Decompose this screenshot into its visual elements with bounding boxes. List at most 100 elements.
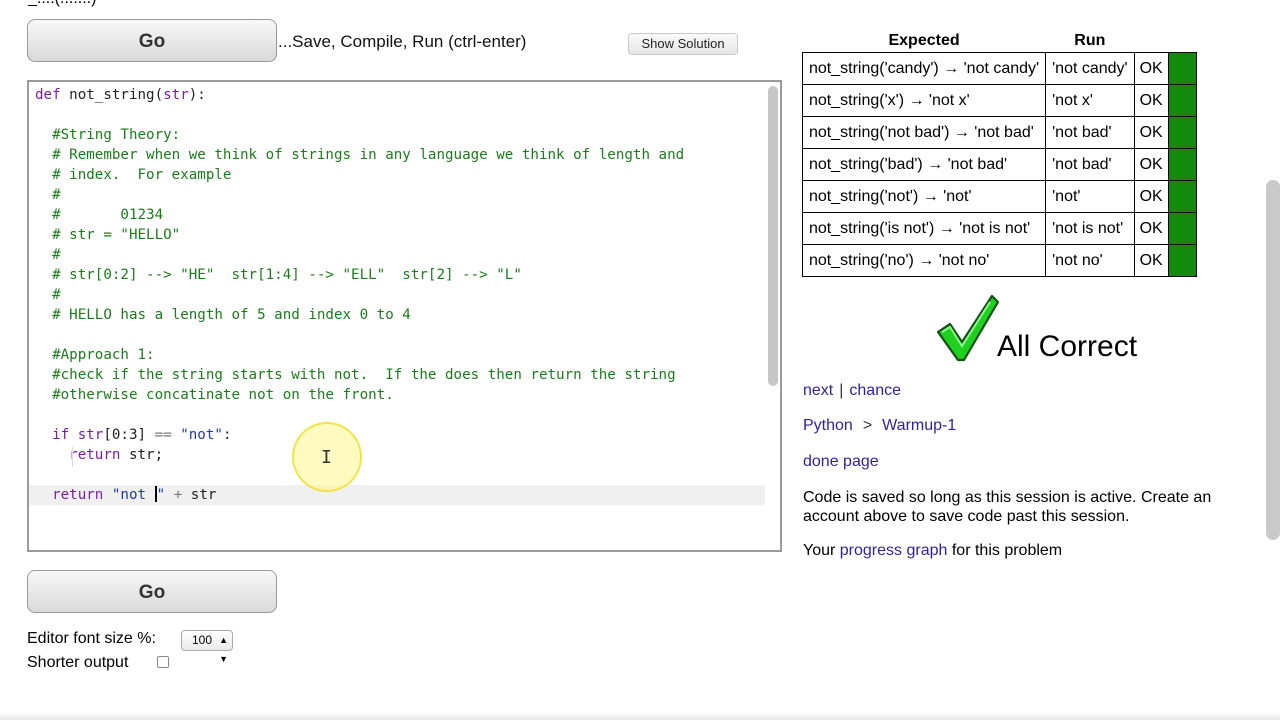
run-cell: 'not' [1045, 180, 1135, 213]
code-line[interactable] [35, 405, 760, 425]
code-line[interactable]: #otherwise concatinate not on the front. [35, 385, 760, 405]
code-line[interactable]: return "not " + str [29, 485, 765, 505]
progress-graph-link[interactable]: progress graph [840, 542, 948, 559]
code-line[interactable]: # Remember when we think of strings in a… [35, 145, 760, 165]
go-button-bottom[interactable]: Go [27, 570, 277, 613]
breadcrumb-arrow: > [862, 417, 873, 434]
code-token: #Approach 1: [35, 347, 155, 363]
run-cell: 'not bad' [1045, 116, 1135, 149]
ibeam-cursor-icon: I [321, 447, 332, 468]
font-size-label: Editor font size %: [27, 630, 156, 647]
code-token: # [35, 247, 61, 263]
code-token: #check if the string starts with not. If… [35, 367, 676, 383]
code-token: str [163, 87, 189, 103]
expected-cell: not_string('no') → 'not no' [801, 244, 1047, 277]
table-row: not_string('not') → 'not''not' OK [801, 180, 1197, 213]
code-line[interactable]: # HELLO has a length of 5 and index 0 to… [35, 305, 760, 325]
expected-cell: not_string('candy') → 'not candy' [801, 52, 1047, 85]
go-button-top[interactable]: Go [27, 19, 277, 62]
breadcrumb-python[interactable]: Python [803, 417, 853, 434]
code-line[interactable]: # [35, 185, 760, 205]
done-page-link[interactable]: done page [803, 453, 879, 470]
code-token: # 01234 [35, 207, 164, 223]
code-token: str [77, 427, 104, 443]
code-line[interactable]: def not_string(str): [35, 85, 760, 105]
updown-arrow-icon: ▲ ▼ [219, 635, 228, 664]
header-status [1134, 30, 1168, 53]
show-solution-button[interactable]: Show Solution [628, 33, 738, 55]
status-cell: OK [1133, 52, 1169, 85]
code-editor[interactable]: def not_string(str): #String Theory: # R… [27, 80, 782, 552]
header-expected: Expected [888, 32, 960, 49]
table-row: not_string('not bad') → 'not bad''not ba… [801, 116, 1197, 149]
font-size-select[interactable]: 100 ▲ ▼ [181, 630, 233, 664]
code-token: # Remember when we think of strings in a… [35, 147, 685, 163]
status-cell: OK [1133, 212, 1169, 245]
run-cell: 'not candy' [1045, 52, 1135, 85]
run-cell: 'not is not' [1045, 212, 1135, 245]
results-table: Expected Run not_string('candy') → 'not … [801, 30, 1197, 277]
code-line[interactable]: # str = "HELLO" [35, 225, 760, 245]
code-token: return [69, 447, 129, 463]
code-token: # index. For example [35, 167, 232, 183]
code-line[interactable]: #String Theory: [35, 125, 760, 145]
status-cell: OK [1133, 148, 1169, 181]
next-link[interactable]: next [803, 382, 833, 399]
code-line[interactable]: if str[0:3] == "not": [35, 425, 760, 445]
code-line[interactable] [35, 465, 760, 485]
status-color-cell [1167, 212, 1197, 245]
code-token: #String Theory: [35, 127, 181, 143]
code-line[interactable]: # [35, 285, 760, 305]
header-bar [1168, 30, 1196, 53]
chance-link[interactable]: chance [849, 382, 901, 399]
progress-suffix: for this problem [947, 542, 1063, 559]
code-line[interactable] [35, 325, 760, 345]
code-token: not_string( [69, 87, 164, 103]
code-token: # [35, 287, 61, 303]
next-chance-nav: next | chance [803, 382, 901, 400]
code-line[interactable]: return str; [35, 445, 760, 465]
all-correct-text: All Correct [997, 330, 1138, 363]
code-token: return [52, 487, 112, 503]
font-size-value: 100 [192, 633, 213, 647]
top-fragment: _....(.......) [28, 0, 96, 8]
progress-prefix: Your [803, 542, 840, 559]
code-line[interactable]: # index. For example [35, 165, 760, 185]
code-token: # HELLO has a length of 5 and index 0 to… [35, 307, 411, 323]
breadcrumb-warmup[interactable]: Warmup-1 [882, 417, 956, 434]
status-color-cell [1167, 52, 1197, 85]
nav-separator: | [839, 382, 844, 399]
progress-row: Your progress graph for this problem [803, 542, 1062, 560]
code-token: str [190, 487, 217, 503]
status-color-cell [1167, 180, 1197, 213]
code-line[interactable]: #check if the string starts with not. If… [35, 365, 760, 385]
editor-scrollbar[interactable] [768, 86, 778, 386]
code-token: # [35, 187, 61, 203]
code-token: "not [111, 487, 155, 503]
code-line[interactable] [35, 105, 760, 125]
header-run: Run [1074, 32, 1106, 49]
code-token: if [52, 427, 78, 443]
status-color-cell [1167, 116, 1197, 149]
saved-notice: Code is saved so long as this session is… [803, 488, 1273, 526]
saved-line-1: Code is saved so long as this session is… [803, 489, 1212, 506]
expected-cell: not_string('not') → 'not' [801, 180, 1047, 213]
table-row: not_string('is not') → 'not is not''not … [801, 212, 1197, 245]
status-cell: OK [1133, 116, 1169, 149]
done-page-row: done page [803, 453, 879, 471]
code-line[interactable]: #Approach 1: [35, 345, 760, 365]
code-token: def [35, 87, 70, 103]
code-token: + [173, 487, 191, 503]
code-lines[interactable]: def not_string(str): #String Theory: # R… [29, 85, 765, 505]
code-token: == [154, 427, 181, 443]
code-line[interactable]: # [35, 245, 760, 265]
shorter-output-checkbox[interactable] [157, 656, 169, 668]
page-scrollbar[interactable] [1266, 180, 1280, 540]
code-token: #otherwise concatinate not on the front. [35, 387, 394, 403]
run-cell: 'not no' [1045, 244, 1135, 277]
code-line[interactable]: # 01234 [35, 205, 760, 225]
code-line[interactable]: # str[0:2] --> "HE" str[1:4] --> "ELL" s… [35, 265, 760, 285]
expected-cell: not_string('not bad') → 'not bad' [801, 116, 1047, 149]
